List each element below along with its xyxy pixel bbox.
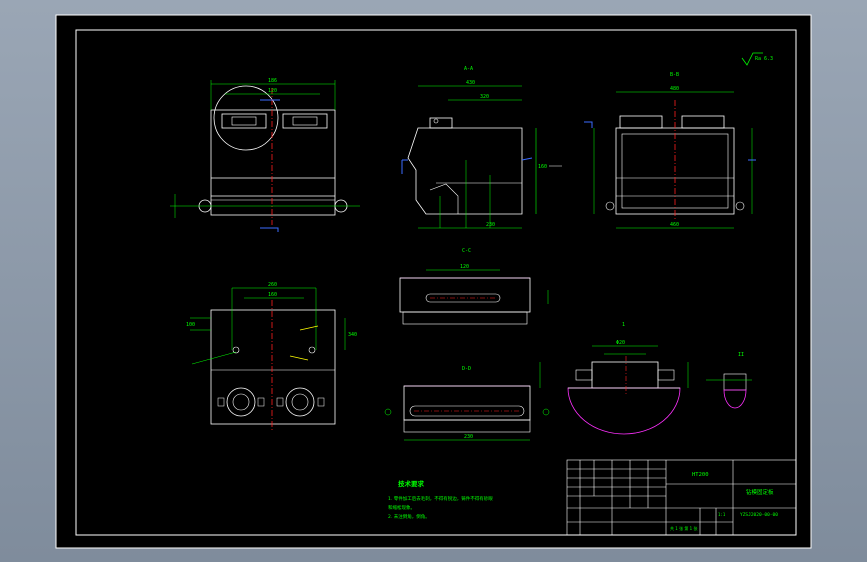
notes-title: 技术要求 xyxy=(398,479,425,488)
svg-text:160: 160 xyxy=(538,164,547,170)
svg-text:Ra 6.3: Ra 6.3 xyxy=(755,56,773,62)
svg-text:Φ20: Φ20 xyxy=(616,340,625,346)
cad-viewport: Ra 6.3 186 120 A-A 430 320 230 160 B-B 4… xyxy=(0,0,867,562)
notes-line-2: 和缩松现象。 xyxy=(388,504,415,511)
svg-text:120: 120 xyxy=(268,88,277,94)
svg-text:A-A: A-A xyxy=(464,66,473,72)
drawing-number: YZSJ2020-00-00 xyxy=(740,512,778,518)
sheet-border xyxy=(55,14,812,549)
svg-text:II: II xyxy=(738,352,744,358)
svg-text:100: 100 xyxy=(186,322,195,328)
notes-line-3: 2. 未注倒角，倒角。 xyxy=(388,513,430,520)
svg-text:120: 120 xyxy=(460,264,469,270)
svg-text:320: 320 xyxy=(480,94,489,100)
material-label: HT200 xyxy=(692,472,709,478)
svg-text:230: 230 xyxy=(486,222,495,228)
svg-text:230: 230 xyxy=(464,434,473,440)
svg-text:D-D: D-D xyxy=(462,366,471,372)
notes-line-1: 1. 零件加工后去毛刺，不得有锐边，铸件不得有砂眼 xyxy=(388,495,493,502)
svg-text:260: 260 xyxy=(268,282,277,288)
svg-text:430: 430 xyxy=(466,80,475,86)
part-name: 钻模固定板 xyxy=(746,488,774,496)
svg-text:B-B: B-B xyxy=(670,72,679,78)
svg-text:1: 1 xyxy=(622,322,625,328)
svg-text:186: 186 xyxy=(268,78,277,84)
svg-text:160: 160 xyxy=(268,292,277,298)
sheet-count: 共 1 张 第 1 张 xyxy=(670,525,697,531)
svg-text:460: 460 xyxy=(670,222,679,228)
drawing-canvas: Ra 6.3 186 120 A-A 430 320 230 160 B-B 4… xyxy=(55,14,812,549)
svg-text:480: 480 xyxy=(670,86,679,92)
svg-text:340: 340 xyxy=(348,332,357,338)
scale-value: 1:1 xyxy=(718,512,726,517)
svg-text:C-C: C-C xyxy=(462,248,471,254)
